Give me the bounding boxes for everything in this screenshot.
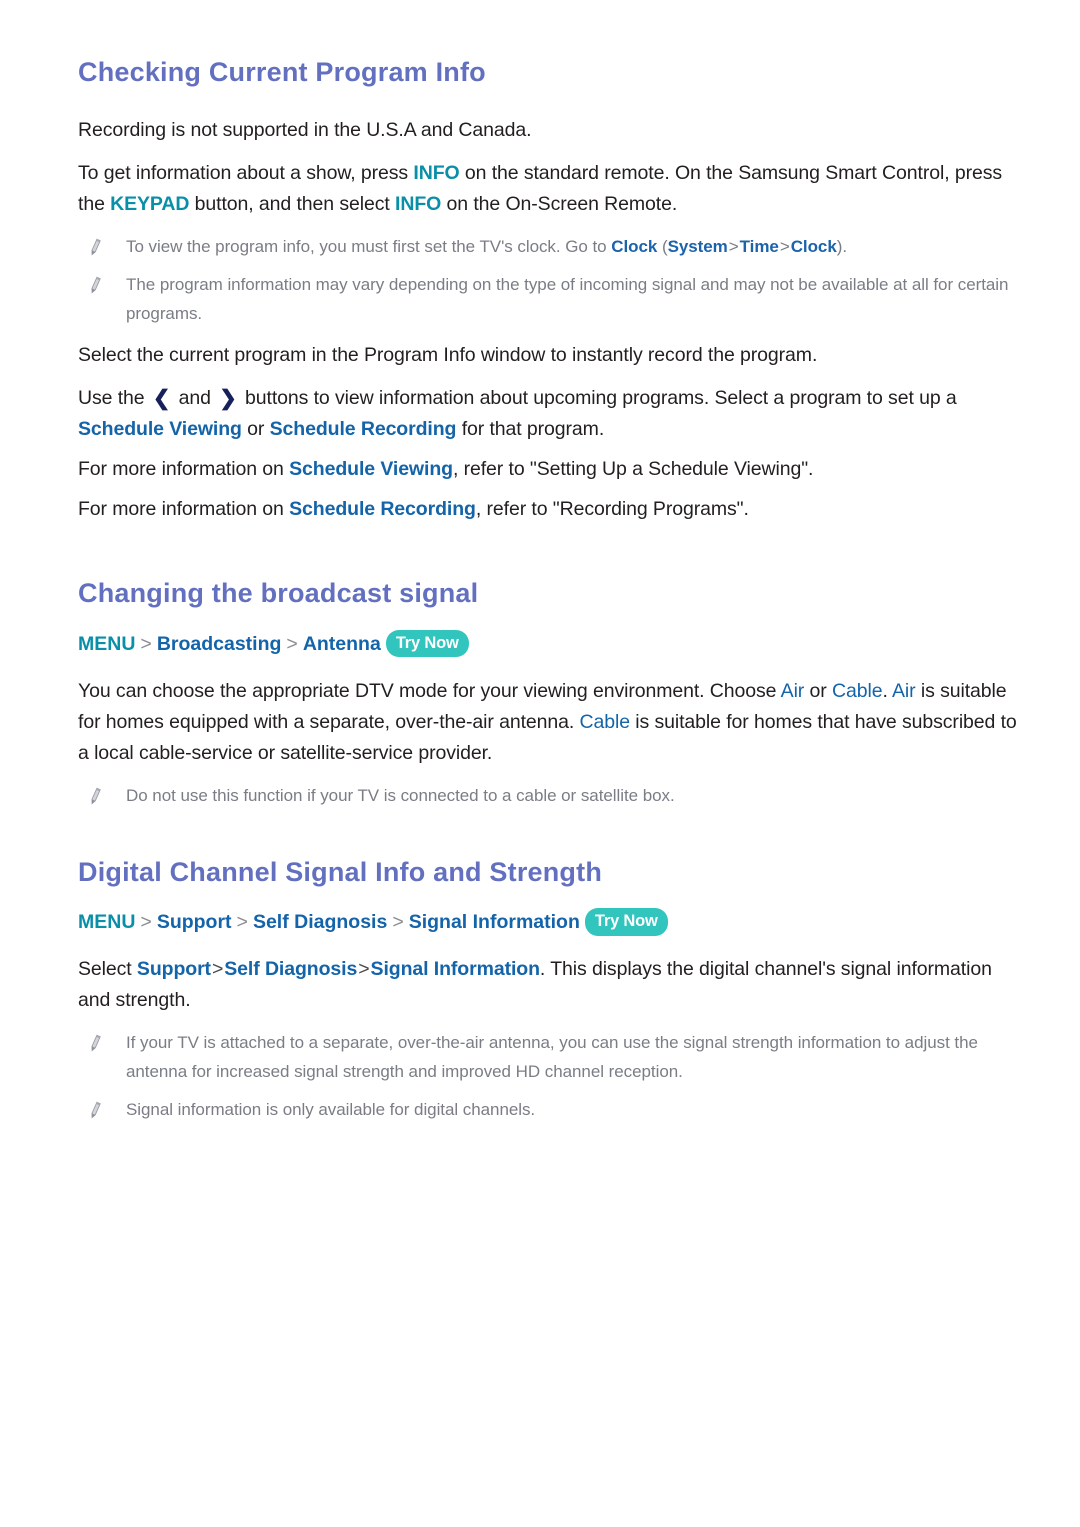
breadcrumb-separator: > [140,632,152,655]
note-text: The program information may vary dependi… [126,275,1009,324]
paragraph-more-info-schedule-recording: For more information on Schedule Recordi… [78,494,1018,525]
pencil-icon [86,275,104,297]
page-title-digital-channel-signal-info-and-strength: Digital Channel Signal Info and Strength [78,856,603,887]
text-run: Select the current program in the Progra… [78,344,818,367]
paragraph-choose-dtv-mode: You can choose the appropriate DTV mode … [78,676,1018,769]
keyword-info: INFO [395,193,442,216]
note-text: Signal information is only available for… [126,1100,536,1120]
keyword-keypad: KEYPAD [110,193,190,216]
note-text: To view the program info, you must first… [126,232,847,261]
text-run: You can choose the appropriate DTV mode … [78,679,781,702]
breadcrumb-antenna: MENU > Broadcasting > Antenna Try Now [78,629,1018,658]
note-text: If your TV is attached to a separate, ov… [126,1033,978,1082]
breadcrumb-item-antenna[interactable]: Antenna [303,633,381,655]
text-run: , refer to "Setting Up a Schedule Viewin… [452,458,814,481]
text-run: on the On-Screen Remote. [441,193,678,216]
page-title-checking-current-program-info: Checking Current Program Info [78,57,486,87]
page-title-changing-the-broadcast-signal: Changing the broadcast signal [78,578,479,609]
text-run: To view the program info, you must first… [126,237,612,257]
try-now-badge[interactable]: Try Now [584,908,668,936]
note-text: Do not use this function if your TV is c… [126,785,675,805]
text-run: and [173,387,217,410]
path-separator: > [779,237,790,257]
text-run: Use the [78,387,150,410]
text-run: button, and then select [189,193,396,216]
chevron-right-icon: ❯ [219,387,237,411]
pencil-icon [86,1100,104,1122]
text-run: or [804,679,832,702]
breadcrumb-separator: > [236,911,248,934]
breadcrumb-item-signal-information[interactable]: Signal Information [409,911,580,933]
breadcrumb-item-broadcasting[interactable]: Broadcasting [157,633,282,655]
breadcrumb-separator: > [392,911,404,934]
paragraph-select-signal-information: Select Support>Self Diagnosis>Signal Inf… [78,954,1018,1016]
text-run: . [882,679,893,702]
paragraph-recording-not-supported: Recording is not supported in the U.S.A … [78,115,1018,146]
text-run: For more information on [78,498,290,521]
keyword-air: Air [892,679,916,702]
breadcrumb-separator: > [140,911,152,934]
pencil-icon [86,237,104,259]
paragraph-get-information: To get information about a show, press I… [78,158,1018,220]
keyword-cable: Cable [832,679,883,702]
text-run: Recording is not supported in the U.S.A … [78,119,532,142]
pencil-icon [86,1033,104,1055]
paragraph-more-info-schedule-viewing: For more information on Schedule Viewing… [78,454,1018,485]
breadcrumb-signal-information: MENU > Support > Self Diagnosis > Signal Infor… [78,908,1018,936]
document-page: Checking Current Program Info Recording … [0,0,1080,1527]
path-separator: > [358,958,370,981]
keyword-time: Time [739,237,779,257]
keyword-schedule-recording: Schedule Recording [289,498,476,521]
text-run: , refer to "Recording Programs". [475,498,749,521]
keyword-system: System [667,237,728,257]
text-run: buttons to view information about upcomi… [239,387,957,410]
keyword-clock: Clock [790,237,837,257]
try-now-badge[interactable]: Try Now [385,629,469,658]
note-set-tv-clock: To view the program info, you must first… [78,232,1018,261]
keyword-info: INFO [413,162,460,185]
breadcrumb-separator: > [286,632,298,655]
text-run: or [241,418,270,441]
paragraph-use-arrow-buttons: Use the ❮ and ❯ buttons to view informat… [78,383,1018,445]
text-run: ( [657,237,668,257]
note-digital-channels-only: Signal information is only available for… [78,1095,1018,1124]
keyword-schedule-viewing: Schedule Viewing [78,418,242,441]
path-separator: > [728,237,739,257]
keyword-air: Air [780,679,805,702]
text-run: To get information about a show, press [78,162,414,185]
text-run: for that program. [456,418,605,441]
keyword-clock: Clock [611,237,658,257]
keyword-self-diagnosis: Self Diagnosis [224,958,358,981]
note-antenna-signal-strength: If your TV is attached to a separate, ov… [78,1028,1018,1086]
paragraph-select-current-program: Select the current program in the Progra… [78,340,1018,371]
chevron-left-icon: ❮ [152,387,171,411]
note-do-not-use-with-cable-box: Do not use this function if your TV is c… [78,781,1018,810]
breadcrumb-item-support[interactable]: Support [157,911,232,933]
text-run: ). [836,237,848,257]
text-run: For more information on [78,458,290,481]
note-program-info-varies: The program information may vary dependi… [78,270,1018,328]
breadcrumb-item-self-diagnosis[interactable]: Self Diagnosis [253,911,387,933]
keyword-cable: Cable [579,710,631,733]
text-run: Select [78,958,137,981]
pencil-icon [86,786,104,808]
keyword-schedule-recording: Schedule Recording [269,418,457,441]
keyword-schedule-viewing: Schedule Viewing [289,458,453,481]
breadcrumb-root: MENU [78,911,136,934]
path-separator: > [211,958,224,981]
keyword-signal-information: Signal Information [370,958,540,981]
breadcrumb-root: MENU [78,632,136,655]
keyword-support: Support [136,958,211,981]
